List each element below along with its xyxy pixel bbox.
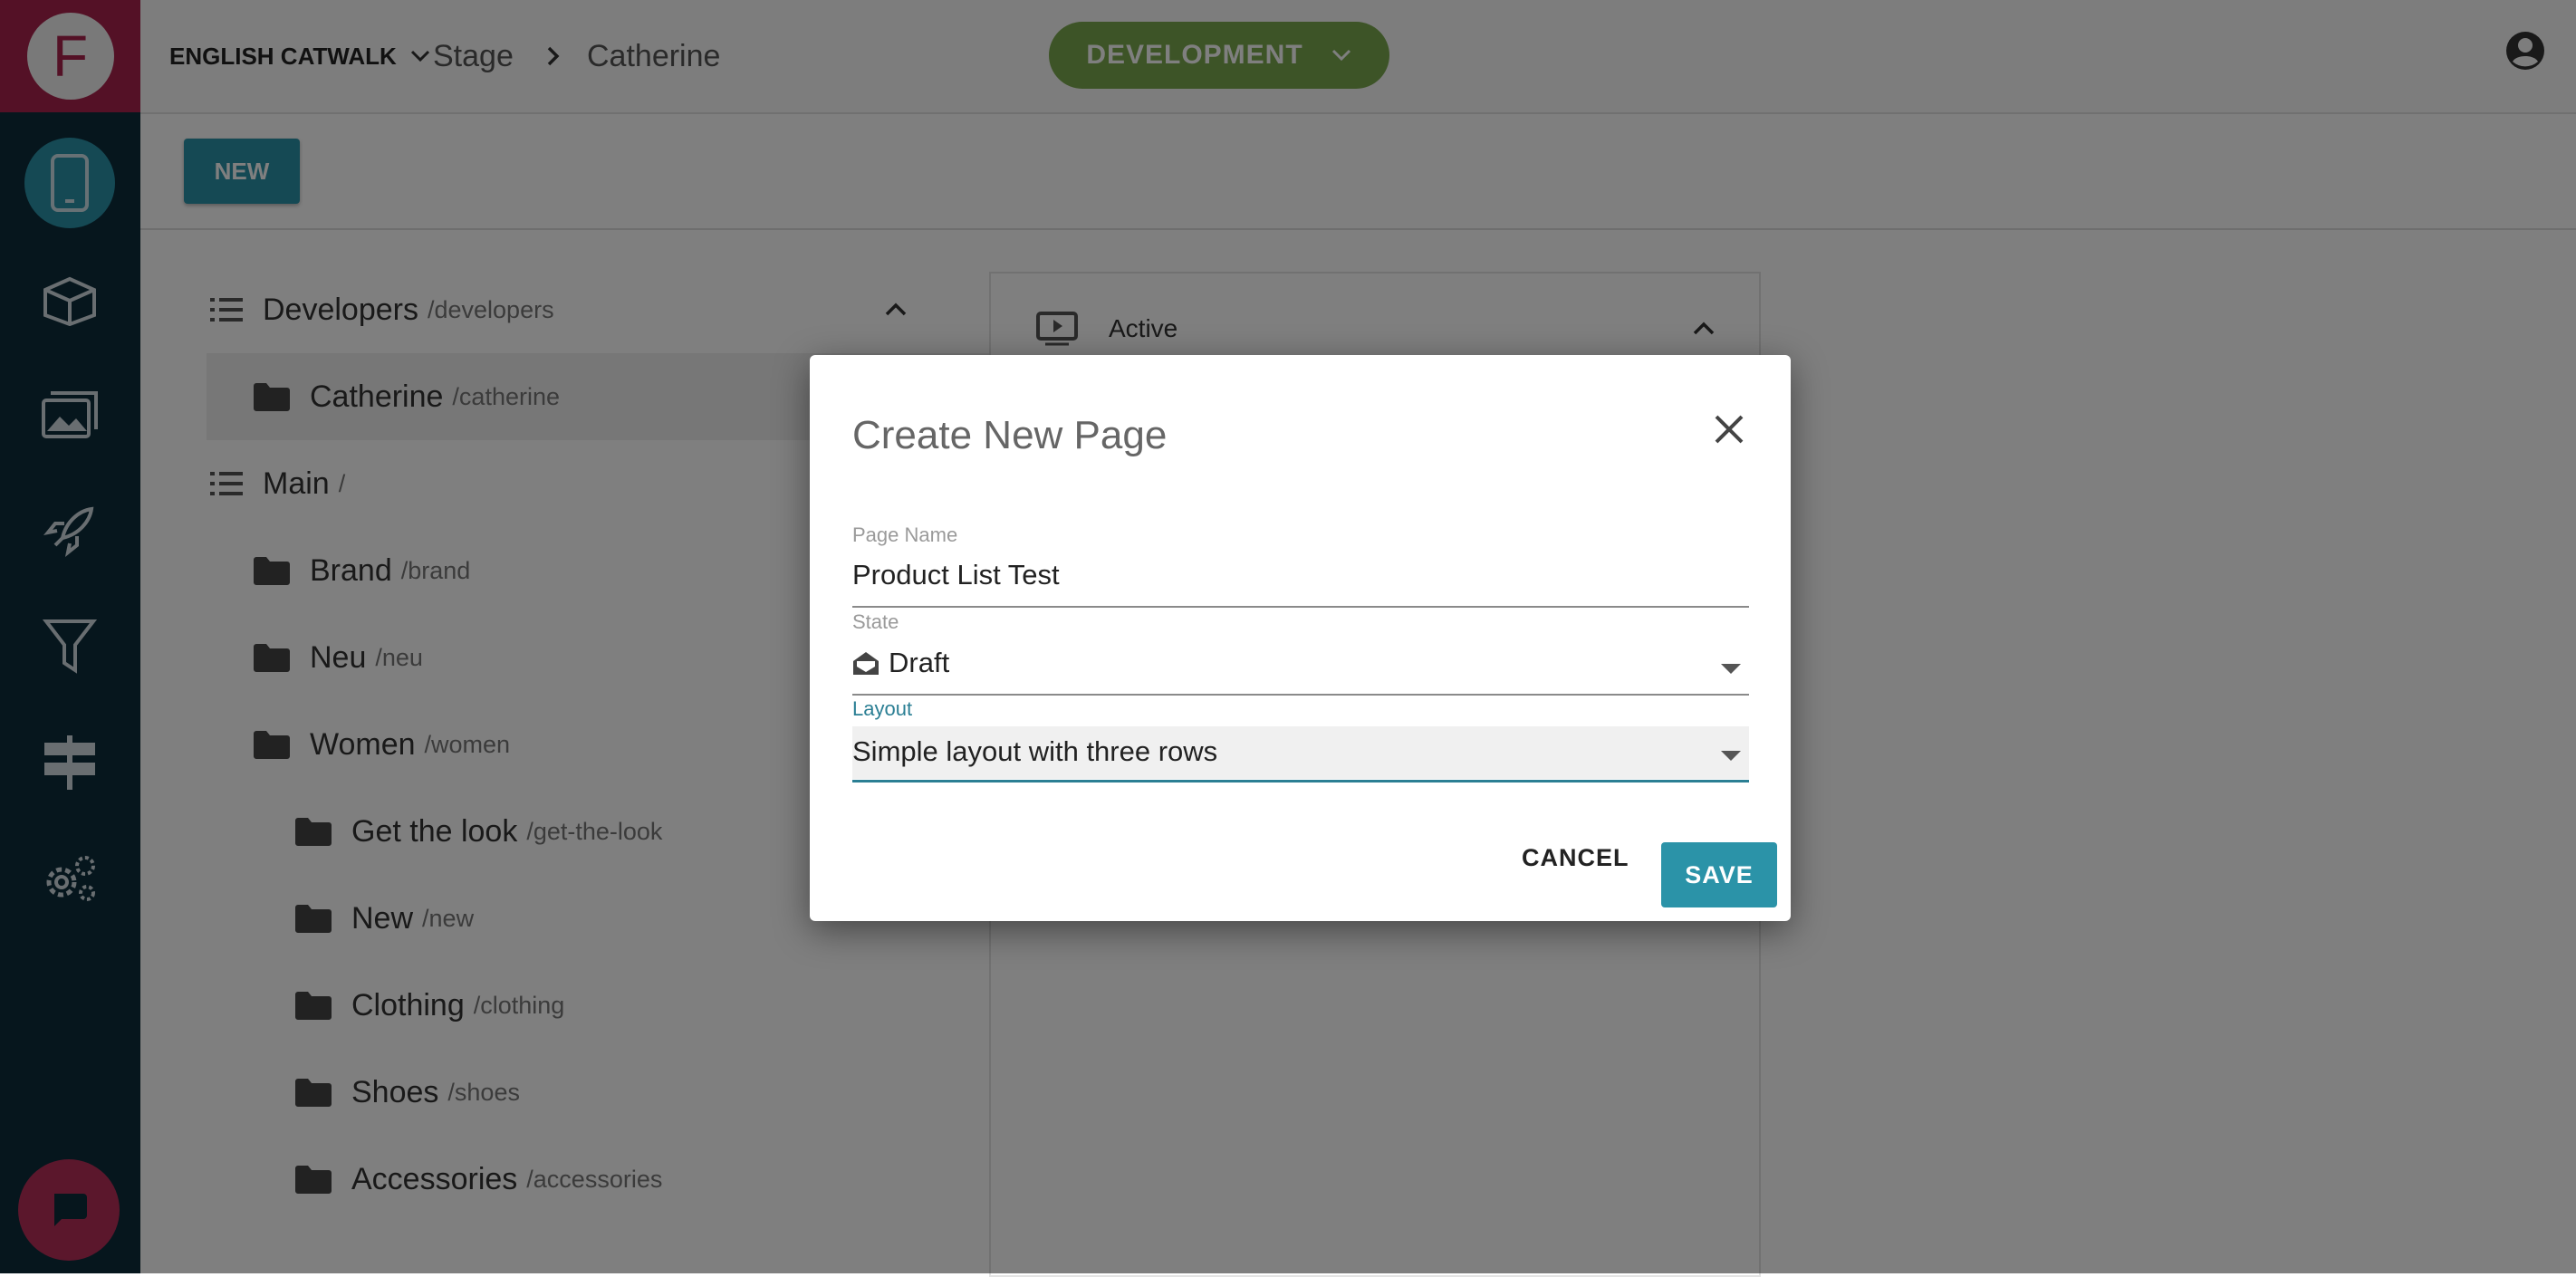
create-page-dialog: Create New Page Page Name Product List T… xyxy=(810,355,1791,921)
close-icon xyxy=(1715,415,1744,444)
envelope-open-icon xyxy=(853,652,879,675)
state-select[interactable]: Draft xyxy=(852,643,1749,683)
page-name-underline xyxy=(852,606,1749,608)
layout-select[interactable]: Simple layout with three rows xyxy=(852,732,1749,772)
dropdown-arrow-icon xyxy=(1721,664,1741,674)
dialog-title: Create New Page xyxy=(852,413,1168,457)
page-name-label: Page Name xyxy=(852,523,958,546)
state-label: State xyxy=(852,610,899,633)
close-button[interactable] xyxy=(1711,411,1747,447)
page-name-value: Product List Test xyxy=(852,559,1060,590)
cancel-button[interactable]: CANCEL xyxy=(1522,844,1629,872)
layout-label: Layout xyxy=(852,697,913,720)
state-underline xyxy=(852,694,1749,696)
state-value: Draft xyxy=(889,647,950,678)
page-name-input[interactable]: Product List Test xyxy=(852,556,1749,594)
layout-value: Simple layout with three rows xyxy=(852,735,1218,767)
dropdown-arrow-icon xyxy=(1721,751,1741,761)
layout-underline xyxy=(852,780,1749,783)
save-button[interactable]: SAVE xyxy=(1661,842,1777,907)
